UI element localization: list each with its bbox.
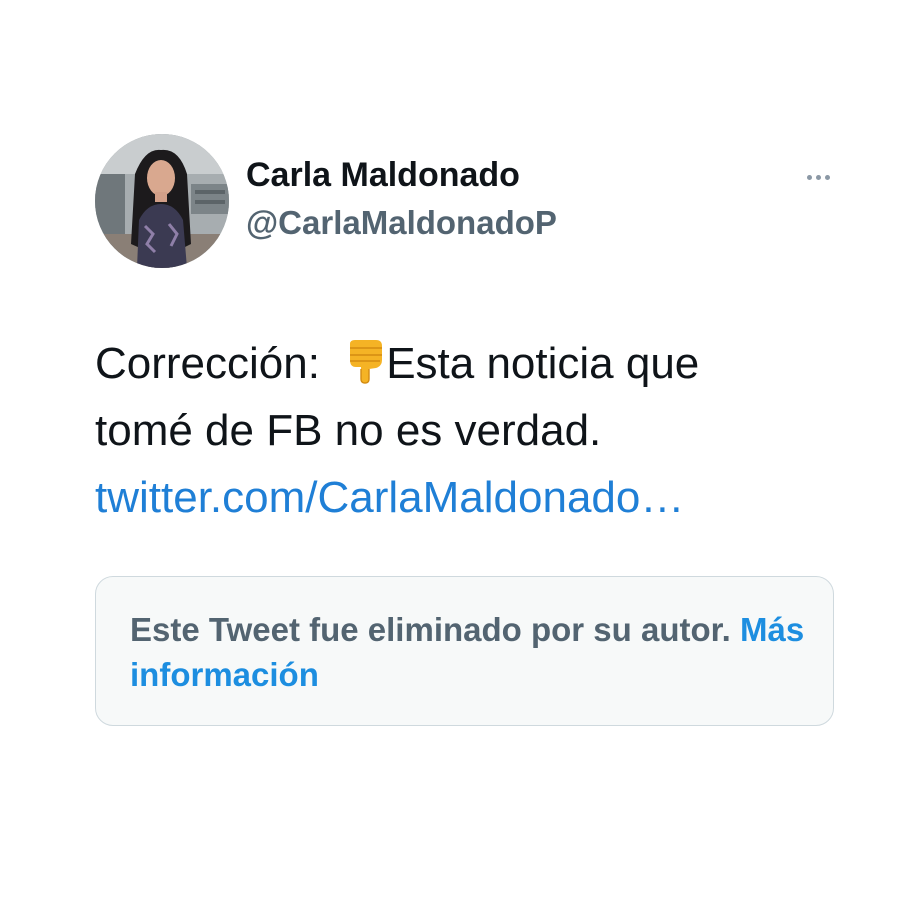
tweet-text-line-1: Corrección: Esta noticia que: [95, 330, 835, 397]
tweet: Carla Maldonado @CarlaMaldonadoP Correcc…: [0, 0, 900, 900]
profile-photo-icon: [95, 134, 229, 268]
tweet-text-suffix: Esta noticia que: [386, 339, 700, 388]
author-name[interactable]: Carla Maldonado: [246, 156, 520, 195]
deleted-quoted-tweet-card: Este Tweet fue eliminado por su autor. M…: [95, 576, 834, 726]
tweet-text-line-2: tomé de FB no es verdad.: [95, 406, 602, 455]
deleted-tweet-notice: Este Tweet fue eliminado por su autor. M…: [130, 607, 810, 697]
tweet-link[interactable]: twitter.com/CarlaMaldonado…: [95, 473, 684, 522]
backhand-index-pointing-down-icon: [350, 340, 383, 384]
more-dots-icon: [806, 174, 830, 180]
more-options-button[interactable]: [796, 164, 840, 190]
avatar[interactable]: [95, 134, 229, 268]
author-handle[interactable]: @CarlaMaldonadoP: [246, 204, 557, 242]
tweet-text-prefix: Corrección:: [95, 339, 333, 388]
deleted-tweet-message: Este Tweet fue eliminado por su autor.: [130, 611, 731, 648]
tweet-text: Corrección: Esta noticia que tomé de FB …: [95, 330, 835, 531]
